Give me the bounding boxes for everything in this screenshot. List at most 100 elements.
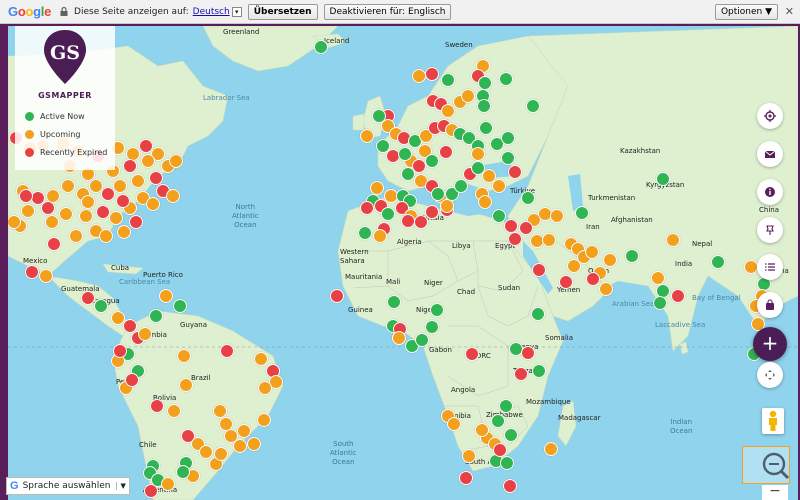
map-pin-active[interactable] [531,307,545,321]
map-pin-upcoming[interactable] [550,209,564,223]
pin-button[interactable] [757,217,783,243]
map-pin-active[interactable] [176,465,190,479]
map-pin-expired[interactable] [414,215,428,229]
map-pin-active[interactable] [149,309,163,323]
map-pin-expired[interactable] [459,471,473,485]
zoom-in-button[interactable] [742,446,790,484]
map-pin-active[interactable] [415,333,429,347]
map-pin-upcoming[interactable] [177,349,191,363]
map-pin-upcoming[interactable] [146,197,160,211]
map-pin-expired[interactable] [41,201,55,215]
map-pin-active[interactable] [501,151,515,165]
map-pin-upcoming[interactable] [161,477,175,491]
map-pin-active[interactable] [478,76,492,90]
target-language-link[interactable]: Deutsch [193,7,230,17]
map-pin-upcoming[interactable] [254,352,268,366]
map-pin-upcoming[interactable] [258,381,272,395]
language-dropdown-icon[interactable]: ▾ [231,6,242,17]
map-pin-expired[interactable] [81,291,95,305]
map-pin-upcoming[interactable] [21,204,35,218]
add-button[interactable]: + [753,327,787,361]
map-pin-expired[interactable] [149,171,163,185]
map-pin-active[interactable] [454,179,468,193]
map-pin-expired[interactable] [508,232,522,246]
map-pin-active[interactable] [381,207,395,221]
map-pin-upcoming[interactable] [440,199,454,213]
map-pin-upcoming[interactable] [542,233,556,247]
map-pin-active[interactable] [653,296,667,310]
map-pin-upcoming[interactable] [45,215,59,229]
map-pin-upcoming[interactable] [447,417,461,431]
map-pin-expired[interactable] [116,194,130,208]
map-pin-active[interactable] [711,255,725,269]
map-pin-expired[interactable] [125,373,139,387]
map-pin-active[interactable] [173,299,187,313]
map-pin-upcoming[interactable] [461,89,475,103]
fullscreen-button[interactable] [757,362,783,388]
options-button[interactable]: Optionen ▼ [714,4,778,20]
map-pin-active[interactable] [499,72,513,86]
map-pin-expired[interactable] [425,67,439,81]
map-pin-upcoming[interactable] [131,174,145,188]
map-pin-expired[interactable] [508,165,522,179]
map-pin-upcoming[interactable] [99,229,113,243]
map-pin-expired[interactable] [113,344,127,358]
disable-translate-button[interactable]: Deaktivieren für: Englisch [323,3,452,20]
map-pin-expired[interactable] [144,484,158,498]
map-pin-expired[interactable] [521,346,535,360]
map-pin-active[interactable] [491,414,505,428]
map-pin-upcoming[interactable] [59,207,73,221]
map-pin-active[interactable] [441,73,455,87]
map-pin-upcoming[interactable] [89,179,103,193]
map-pin-expired[interactable] [47,237,61,251]
map-pin-upcoming[interactable] [412,69,426,83]
map-pin-active[interactable] [94,299,108,313]
map-pin-expired[interactable] [123,159,137,173]
zoom-out-button[interactable]: − [762,484,788,500]
map-pin-upcoming[interactable] [585,245,599,259]
map-pin-upcoming[interactable] [471,147,485,161]
map-pin-upcoming[interactable] [109,211,123,225]
map-pin-expired[interactable] [519,221,533,235]
map-pin-active[interactable] [521,191,535,205]
map-pin-upcoming[interactable] [169,154,183,168]
map-pin-upcoming[interactable] [247,437,261,451]
map-pin-active[interactable] [504,428,518,442]
map-pin-upcoming[interactable] [138,327,152,341]
close-icon[interactable]: ✕ [785,5,794,18]
map-pin-active[interactable] [656,172,670,186]
map-pin-expired[interactable] [503,479,517,493]
map-pin-active[interactable] [575,206,589,220]
map-pin-upcoming[interactable] [69,229,83,243]
shop-button[interactable] [757,292,783,318]
map-pin-upcoming[interactable] [373,229,387,243]
locate-button[interactable] [757,103,783,129]
world-map[interactable]: Greenland Iceland Sweden Labrador Sea Ka… [8,26,798,500]
street-view-pegman[interactable] [762,408,784,434]
map-pin-active[interactable] [477,99,491,113]
map-pin-upcoming[interactable] [599,282,613,296]
map-pin-upcoming[interactable] [478,195,492,209]
map-pin-upcoming[interactable] [233,439,247,453]
map-pin-active[interactable] [425,154,439,168]
map-pin-active[interactable] [314,40,328,54]
map-pin-expired[interactable] [671,289,685,303]
map-pin-expired[interactable] [412,159,426,173]
map-pin-upcoming[interactable] [79,209,93,223]
map-pin-upcoming[interactable] [81,195,95,209]
map-pin-upcoming[interactable] [179,378,193,392]
map-pin-upcoming[interactable] [159,289,173,303]
map-pin-upcoming[interactable] [141,154,155,168]
map-pin-expired[interactable] [559,275,573,289]
map-pin-upcoming[interactable] [392,331,406,345]
map-pin-upcoming[interactable] [666,233,680,247]
map-pin-upcoming[interactable] [199,445,213,459]
map-pin-upcoming[interactable] [257,413,271,427]
map-pin-expired[interactable] [493,443,507,457]
map-pin-active[interactable] [398,147,412,161]
map-pin-expired[interactable] [465,347,479,361]
map-pin-upcoming[interactable] [651,271,665,285]
map-pin-upcoming[interactable] [544,442,558,456]
map-pin-upcoming[interactable] [167,404,181,418]
map-pin-expired[interactable] [96,205,110,219]
